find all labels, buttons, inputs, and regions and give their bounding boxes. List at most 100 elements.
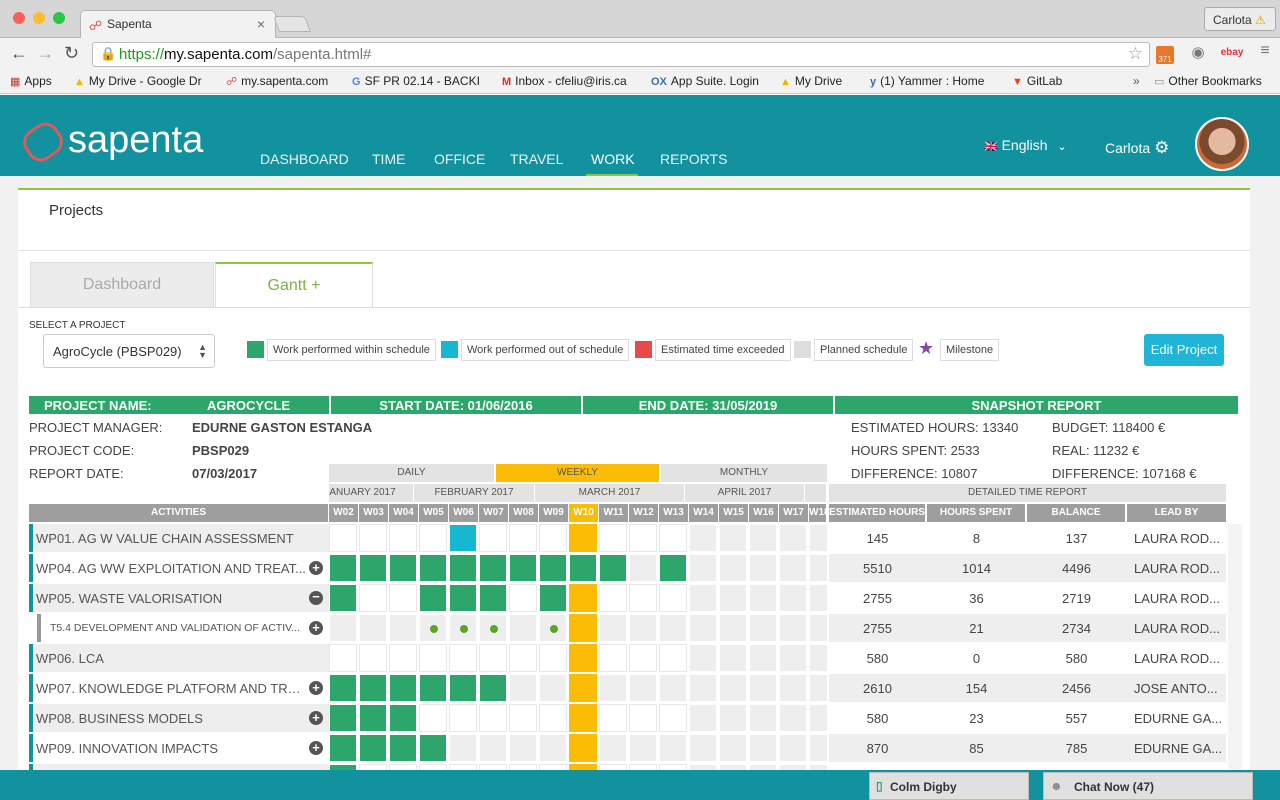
extension-badge-icon[interactable]: 371 [1156,46,1174,64]
gantt-cell [659,554,687,582]
lead-by-value: LAURA ROD... [1134,591,1220,606]
uk-flag-icon: 🇬🇧 [984,141,998,153]
progress-dot-icon [460,625,468,633]
expand-icon[interactable]: + [309,741,323,755]
lead-by-value: LAURA ROD... [1134,561,1220,576]
gantt-grid [329,524,827,784]
gantt-cell [389,644,417,672]
bookmark-yammer[interactable]: y (1) Yammer : Home [870,74,984,88]
project-code-value: PBSP029 [192,443,250,458]
edit-project-button[interactable]: Edit Project [1144,334,1224,366]
grey-swatch-icon [794,341,811,358]
activity-row[interactable]: WP08. BUSINESS MODELS + [29,704,329,732]
gear-icon[interactable]: ⚙ [1154,138,1169,157]
activity-row[interactable]: WP07. KNOWLEDGE PLATFORM AND TRAIN... + [29,674,329,702]
nav-office[interactable]: OFFICE [434,151,485,167]
gantt-cell [389,554,417,582]
tab-dashboard[interactable]: Dashboard [30,262,214,308]
minimize-window-icon[interactable] [33,12,45,24]
bookmark-inbox[interactable]: M Inbox - cfeliu@iris.ca [502,74,627,88]
reload-icon[interactable]: ↻ [64,43,79,64]
bookmark-gitlab[interactable]: ▼ GitLab [1012,74,1062,88]
activity-row[interactable]: WP01. AG W VALUE CHAIN ASSESSMENT [29,524,329,552]
chevron-more-icon[interactable]: » [1133,74,1140,88]
activity-row[interactable]: WP05. WASTE VALORISATION − [29,584,329,612]
tab-gantt[interactable]: Gantt + [215,262,373,308]
expand-icon[interactable]: + [309,711,323,725]
bookmarks-bar: ▦ Apps ▲ My Drive - Google Dr ☍ my.sapenta.… [0,70,1280,94]
chat-now[interactable]: ☻ Chat Now (47) [1043,772,1253,800]
expand-icon[interactable]: + [309,561,323,575]
bookmark-star-icon[interactable]: ☆ [1128,44,1143,64]
row-accent [29,524,33,552]
close-tab-icon[interactable]: × [257,16,265,32]
bookmark-sf-pr[interactable]: G SF PR 02.14 - BACKI [352,74,480,88]
nav-travel[interactable]: TRAVEL [510,151,563,167]
gantt-cell [479,524,507,552]
hours-spent-value: 8 [972,531,981,546]
new-tab-button[interactable] [273,16,311,32]
project-select[interactable]: AgroCycle (PBSP029) ▲ ▼ [43,334,215,368]
week-header: W02 [329,504,359,522]
week-header: W03 [359,504,389,522]
bookmark-sapenta[interactable]: ☍ my.sapenta.com [226,74,328,88]
chevron-down-icon: ⌄ [1057,141,1067,153]
period-monthly[interactable]: MONTHLY [661,464,827,482]
period-daily[interactable]: DAILY [329,464,494,482]
expand-icon[interactable]: + [309,621,323,635]
activity-name: WP05. WASTE VALORISATION [36,591,223,606]
camera-icon[interactable]: ◉ [1189,43,1207,61]
bookmark-app-suite[interactable]: OX App Suite. Login [651,74,759,88]
scrollbar[interactable] [1228,524,1242,784]
close-window-icon[interactable] [13,12,25,24]
language-selector[interactable]: 🇬🇧 English ⌄ [984,137,1067,153]
nav-reports[interactable]: REPORTS [660,151,727,167]
profile-button[interactable]: Carlota ⚠ [1204,7,1276,31]
nav-work[interactable]: WORK [591,151,635,167]
avatar[interactable] [1195,117,1249,171]
balance-value: 2734 [1062,621,1091,636]
period-weekly[interactable]: WEEKLY [496,464,659,482]
menu-icon[interactable]: ≡ [1256,42,1274,60]
sapenta-logo[interactable]: sapenta [17,117,203,167]
week-header: W09 [539,504,569,522]
nav-dashboard[interactable]: DASHBOARD [260,151,349,167]
bookmark-apps[interactable]: ▦ Apps [10,74,52,88]
report-date-label: REPORT DATE: [29,466,124,481]
detail-row: 5510 1014 4496 LAURA ROD... [829,554,1226,582]
bookmark-my-drive[interactable]: ▲ My Drive [780,74,842,88]
gantt-cell [359,734,387,762]
other-bookmarks[interactable]: ▭ Other Bookmarks [1154,74,1262,88]
forward-arrow-icon[interactable]: → [36,43,54,64]
address-bar[interactable]: 🔒 https://my.sapenta.com/sapenta.html# ☆ [92,42,1150,67]
nav-time[interactable]: TIME [372,151,405,167]
activity-row[interactable]: WP04. AG WW EXPLOITATION AND TREAT... + [29,554,329,582]
expand-icon[interactable]: + [309,681,323,695]
gantt-cell [629,704,657,732]
gantt-cell [539,584,567,612]
gantt-cell [809,644,827,672]
gantt-cell [359,644,387,672]
ebay-icon[interactable]: ebay [1218,47,1246,65]
hours-difference: DIFFERENCE: 10807 [851,466,978,481]
project-select-value: AgroCycle (PBSP029) [53,344,182,359]
user-menu[interactable]: Carlota ⚙ [1105,138,1169,158]
gantt-cell [449,644,477,672]
warning-icon: ⚠ [1255,13,1266,27]
divider [18,307,1250,308]
maximize-window-icon[interactable] [53,12,65,24]
end-date: END DATE: 31/05/2019 [583,396,833,414]
collapse-icon[interactable]: − [309,590,323,605]
bookmark-my-drive-google[interactable]: ▲ My Drive - Google Dr [74,74,202,88]
project-code-label: PROJECT CODE: [29,443,135,458]
folder-icon: ▭ [1154,76,1165,88]
activity-row[interactable]: WP09. INNOVATION IMPACTS + [29,734,329,762]
gmail-icon: M [502,76,512,88]
browser-tab[interactable]: ☍ Sapenta × [80,10,276,38]
balance-value: 785 [1065,741,1088,756]
back-arrow-icon[interactable]: ← [10,43,28,64]
activity-row[interactable]: T5.4 DEVELOPMENT AND VALIDATION OF ACTIV… [29,614,329,642]
activity-row[interactable]: WP06. LCA [29,644,329,672]
google-drive-icon: ▲ [74,76,85,88]
chat-contact[interactable]: ▯ Colm Digby [869,772,1029,800]
